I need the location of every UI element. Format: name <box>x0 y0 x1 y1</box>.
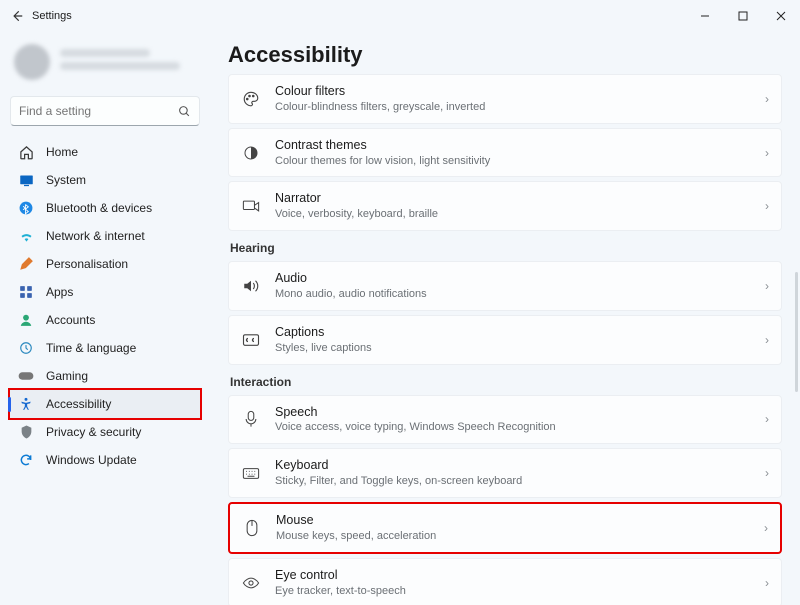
sidebar-item-system[interactable]: System <box>10 166 200 194</box>
card-title: Speech <box>275 404 751 421</box>
network-icon <box>18 228 34 244</box>
contrast-icon <box>241 143 261 163</box>
sidebar-item-personalisation[interactable]: Personalisation <box>10 250 200 278</box>
update-icon <box>18 452 34 468</box>
window-title: Settings <box>32 10 72 22</box>
card-keyboard[interactable]: KeyboardSticky, Filter, and Toggle keys,… <box>228 448 782 498</box>
sidebar-item-label: Windows Update <box>46 453 137 467</box>
sidebar-item-bluetooth[interactable]: Bluetooth & devices <box>10 194 200 222</box>
card-title: Audio <box>275 270 751 287</box>
card-audio[interactable]: AudioMono audio, audio notifications › <box>228 261 782 311</box>
sidebar-item-label: Home <box>46 145 78 159</box>
section-hearing: Hearing <box>230 241 782 255</box>
titlebar: Settings <box>0 0 800 32</box>
time-icon <box>18 340 34 356</box>
card-desc: Sticky, Filter, and Toggle keys, on-scre… <box>275 474 751 489</box>
apps-icon <box>18 284 34 300</box>
chevron-right-icon: › <box>765 92 769 106</box>
search-input[interactable] <box>19 104 178 118</box>
personalisation-icon <box>18 256 34 272</box>
sidebar-item-label: Personalisation <box>46 257 128 271</box>
card-desc: Voice access, voice typing, Windows Spee… <box>275 420 751 435</box>
sidebar-item-update[interactable]: Windows Update <box>10 446 200 474</box>
nav-list: Home System Bluetooth & devices Network … <box>10 138 200 474</box>
sidebar-item-time[interactable]: Time & language <box>10 334 200 362</box>
card-desc: Mouse keys, speed, acceleration <box>276 529 750 544</box>
sidebar-item-accessibility[interactable]: Accessibility <box>10 390 200 418</box>
search-icon <box>178 105 191 118</box>
card-mouse[interactable]: MouseMouse keys, speed, acceleration › <box>228 502 782 554</box>
chevron-right-icon: › <box>765 279 769 293</box>
sidebar-item-home[interactable]: Home <box>10 138 200 166</box>
avatar <box>14 44 50 80</box>
chevron-right-icon: › <box>765 466 769 480</box>
card-desc: Mono audio, audio notifications <box>275 287 751 302</box>
sidebar-item-label: System <box>46 173 86 187</box>
sidebar-item-label: Gaming <box>46 369 88 383</box>
scrollbar[interactable] <box>795 272 798 392</box>
card-desc: Styles, live captions <box>275 341 751 356</box>
card-title: Eye control <box>275 567 751 584</box>
section-interaction: Interaction <box>230 375 782 389</box>
sidebar-item-label: Accessibility <box>46 397 111 411</box>
accessibility-icon <box>18 396 34 412</box>
sidebar-item-label: Time & language <box>46 341 136 355</box>
system-icon <box>18 172 34 188</box>
card-desc: Colour-blindness filters, greyscale, inv… <box>275 100 751 115</box>
palette-icon <box>241 89 261 109</box>
chevron-right-icon: › <box>765 333 769 347</box>
accounts-icon <box>18 312 34 328</box>
card-speech[interactable]: SpeechVoice access, voice typing, Window… <box>228 395 782 445</box>
chevron-right-icon: › <box>765 576 769 590</box>
chevron-right-icon: › <box>765 199 769 213</box>
search-box[interactable] <box>10 96 200 126</box>
privacy-icon <box>18 424 34 440</box>
card-desc: Colour themes for low vision, light sens… <box>275 154 751 169</box>
back-button[interactable] <box>10 9 32 23</box>
eye-icon <box>241 573 261 593</box>
home-icon <box>18 144 34 160</box>
user-account-header[interactable] <box>10 40 200 92</box>
sidebar-item-label: Bluetooth & devices <box>46 201 152 215</box>
maximize-button[interactable] <box>724 0 762 32</box>
captions-icon <box>241 330 261 350</box>
sidebar-item-network[interactable]: Network & internet <box>10 222 200 250</box>
microphone-icon <box>241 409 261 429</box>
sidebar-item-gaming[interactable]: Gaming <box>10 362 200 390</box>
chevron-right-icon: › <box>764 521 768 535</box>
sidebar-item-accounts[interactable]: Accounts <box>10 306 200 334</box>
card-title: Keyboard <box>275 457 751 474</box>
close-button[interactable] <box>762 0 800 32</box>
keyboard-icon <box>241 463 261 483</box>
card-narrator[interactable]: NarratorVoice, verbosity, keyboard, brai… <box>228 181 782 231</box>
minimize-button[interactable] <box>686 0 724 32</box>
card-desc: Voice, verbosity, keyboard, braille <box>275 207 751 222</box>
card-title: Colour filters <box>275 83 751 100</box>
sidebar-item-label: Apps <box>46 285 73 299</box>
sidebar: Home System Bluetooth & devices Network … <box>0 32 210 605</box>
card-captions[interactable]: CaptionsStyles, live captions › <box>228 315 782 365</box>
card-eye-control[interactable]: Eye controlEye tracker, text-to-speech › <box>228 558 782 605</box>
sidebar-item-privacy[interactable]: Privacy & security <box>10 418 200 446</box>
card-title: Captions <box>275 324 751 341</box>
gaming-icon <box>18 368 34 384</box>
sidebar-item-apps[interactable]: Apps <box>10 278 200 306</box>
card-title: Contrast themes <box>275 137 751 154</box>
main-content: Accessibility Colour filtersColour-blind… <box>210 32 800 605</box>
card-title: Narrator <box>275 190 751 207</box>
bluetooth-icon <box>18 200 34 216</box>
card-title: Mouse <box>276 512 750 529</box>
sidebar-item-label: Accounts <box>46 313 95 327</box>
audio-icon <box>241 276 261 296</box>
mouse-icon <box>242 518 262 538</box>
sidebar-item-label: Privacy & security <box>46 425 141 439</box>
sidebar-item-label: Network & internet <box>46 229 145 243</box>
chevron-right-icon: › <box>765 146 769 160</box>
card-desc: Eye tracker, text-to-speech <box>275 584 751 599</box>
narrator-icon <box>241 196 261 216</box>
card-contrast-themes[interactable]: Contrast themesColour themes for low vis… <box>228 128 782 178</box>
chevron-right-icon: › <box>765 412 769 426</box>
card-colour-filters[interactable]: Colour filtersColour-blindness filters, … <box>228 74 782 124</box>
page-title: Accessibility <box>228 42 782 68</box>
